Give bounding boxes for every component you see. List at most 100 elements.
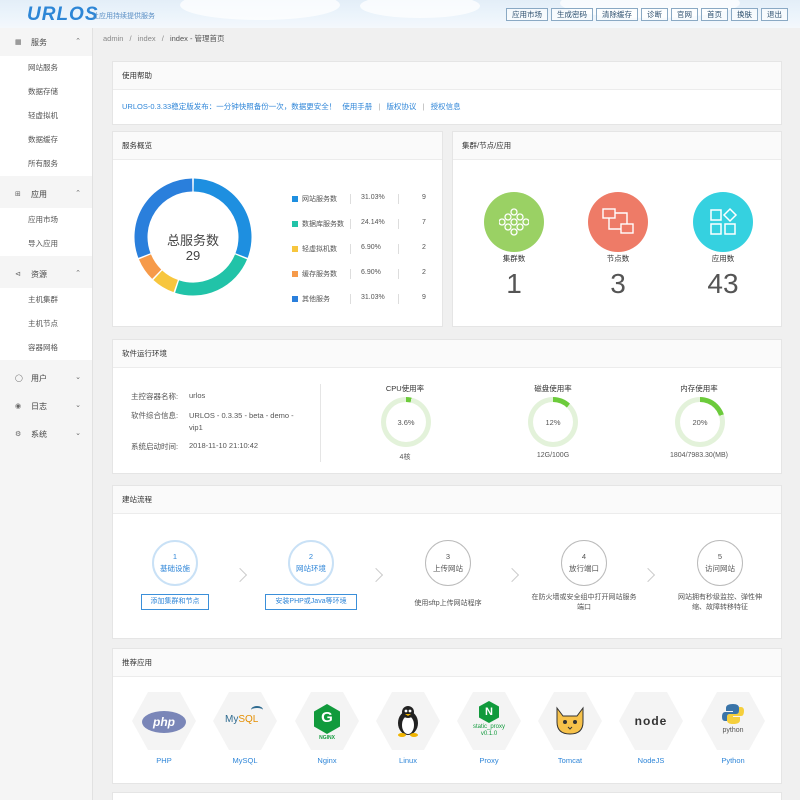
step-label: 访问网站	[705, 564, 735, 573]
install-env-button[interactable]: 安装PHP或Java等环境	[265, 594, 357, 610]
nav-app-market-button[interactable]: 应用市场	[506, 8, 548, 21]
disk-capacity: 12G/100G	[536, 452, 570, 459]
memory-usage-label: 内存使用率	[680, 384, 718, 393]
sidebar-group-label: 系统	[31, 429, 47, 439]
sidebar-group-resources[interactable]: ⊲ 资源 ⌃	[0, 260, 92, 288]
env-value: URLOS - 0.3.35 - beta - demo - vip1	[189, 411, 294, 432]
chevron-up-icon: ⌃	[75, 38, 81, 45]
app-linux[interactable]: Linux	[376, 692, 440, 765]
sidebar-item-container-mesh[interactable]: 容器网格	[0, 336, 92, 360]
sidebar-item-import-app[interactable]: 导入应用	[0, 232, 92, 256]
sidebar-item-host-node[interactable]: 主机节点	[0, 312, 92, 336]
panel-title: 建站流程	[113, 486, 781, 514]
step-number: 1	[172, 552, 178, 561]
manual-link[interactable]: 使用手册	[342, 102, 372, 111]
nav-official-site-button[interactable]: 官网	[671, 8, 698, 21]
announcement-link[interactable]: URLOS-0.3.33稳定版发布：一分钟快照备份一次，数据更安全！	[122, 102, 336, 111]
breadcrumb-admin[interactable]: admin	[103, 34, 123, 43]
sidebar-item-website-service[interactable]: 网站服务	[0, 56, 92, 80]
app-proxy[interactable]: N static_proxy v0.1.0 Proxy	[457, 692, 521, 765]
nav-clear-cache-button[interactable]: 清除缓存	[596, 8, 638, 21]
apps-grid-icon[interactable]	[693, 192, 753, 252]
license-link[interactable]: 授权信息	[431, 102, 461, 111]
step-label: 基础设施	[160, 564, 190, 573]
panel-title: 使用帮助	[113, 62, 781, 90]
gear-icon: ⚙	[15, 431, 22, 438]
sidebar-group-apps[interactable]: ⊞ 应用 ⌃	[0, 180, 92, 208]
nav-diagnose-button[interactable]: 诊断	[641, 8, 668, 21]
app-tomcat[interactable]: Tomcat	[538, 692, 602, 765]
app-nodejs[interactable]: node NodeJS	[619, 692, 683, 765]
app-name: NodeJS	[637, 756, 665, 765]
legend-percent: 6.90%	[361, 269, 381, 276]
app-name: Nginx	[317, 756, 337, 765]
legend-percent: 31.03%	[361, 194, 385, 201]
app-python[interactable]: python Python	[701, 692, 765, 765]
sidebar-group-service[interactable]: ▦ 服务 ⌃	[0, 28, 92, 56]
legend-percent: 24.14%	[361, 219, 385, 226]
add-cluster-node-button[interactable]: 添加集群和节点	[141, 594, 209, 610]
copyright-link[interactable]: 版权协议	[386, 102, 416, 111]
env-label: 软件综合信息:	[131, 411, 179, 420]
legend-percent: 6.90%	[361, 244, 381, 251]
sidebar-item-app-market[interactable]: 应用市场	[0, 208, 92, 232]
python-wordmark: python	[722, 727, 744, 734]
legend-row: 缓存服务数 6.90% 2	[292, 268, 432, 280]
python-logo-icon	[722, 704, 744, 724]
dolphin-icon	[251, 706, 263, 714]
nav-home-button[interactable]: 首页	[701, 8, 728, 21]
legend-swatch	[292, 296, 298, 302]
node-network-icon[interactable]	[588, 192, 648, 252]
grid-icon: ▦	[15, 39, 22, 46]
breadcrumb-index[interactable]: index	[138, 34, 156, 43]
sidebar-group-logs[interactable]: ◉ 日志 ⌄	[0, 392, 92, 420]
sidebar-item-data-cache[interactable]: 数据缓存	[0, 128, 92, 152]
nav-generate-password-button[interactable]: 生成密码	[551, 8, 593, 21]
logo[interactable]: URLOS	[27, 4, 99, 26]
apps-icon: ⊞	[15, 191, 21, 198]
legend-label: 缓存服务数	[302, 271, 337, 278]
breadcrumb-current: index - 管理首页	[169, 34, 225, 43]
recommended-apps-panel: 推荐应用 php PHP MySQL MySQL G NGINX Nginx L…	[112, 648, 782, 784]
donut-slice-3[interactable]	[153, 270, 179, 293]
chevron-right-icon	[368, 567, 384, 583]
sidebar-group-system[interactable]: ⚙ 系统 ⌄	[0, 420, 92, 448]
nav-logout-button[interactable]: 退出	[761, 8, 788, 21]
app-count-value: 43	[707, 268, 739, 299]
share-icon: ⊲	[15, 271, 21, 278]
sidebar-group-label: 资源	[31, 269, 47, 279]
cluster-count-label: 集群数	[502, 254, 526, 263]
flow-step-3: 3 上传网站	[425, 540, 471, 586]
chevron-down-icon: ⌄	[75, 430, 81, 437]
legend-label: 轻虚拟机数	[302, 246, 337, 253]
app-mysql[interactable]: MySQL MySQL	[213, 692, 277, 765]
chevron-down-icon: ⌄	[75, 402, 81, 409]
sidebar-item-host-cluster[interactable]: 主机集群	[0, 288, 92, 312]
hexagon-cluster-icon[interactable]	[484, 192, 544, 252]
chevron-up-icon: ⌃	[75, 190, 81, 197]
tomcat-logo-icon	[556, 706, 584, 735]
app-name: MySQL	[232, 756, 258, 765]
mysql-logo-icon: MySQL	[225, 714, 259, 725]
sidebar-item-data-storage[interactable]: 数据存储	[0, 80, 92, 104]
nav-skin-button[interactable]: 换肤	[731, 8, 758, 21]
env-label: 主控容器名称:	[131, 392, 179, 401]
app-php[interactable]: php PHP	[132, 692, 196, 765]
cluster-count-value: 1	[506, 268, 522, 299]
legend-row: 数据库服务数 24.14% 7	[292, 218, 432, 230]
chevron-right-icon	[504, 567, 520, 583]
top-nav: 应用市场 生成密码 清除缓存 诊断 官网 首页 换肤 退出	[506, 8, 788, 21]
legend-swatch	[292, 196, 298, 202]
disk-usage-label: 磁盘使用率	[534, 384, 572, 393]
sidebar-item-light-vm[interactable]: 轻虚拟机	[0, 104, 92, 128]
app-nginx[interactable]: G NGINX Nginx	[295, 692, 359, 765]
php-logo-icon: php	[142, 711, 186, 733]
env-value: 2018-11-10 21:10:42	[189, 441, 259, 450]
legend-label: 数据库服务数	[302, 221, 344, 228]
memory-capacity: 1804/7983.30(MB)	[670, 452, 728, 459]
user-icon: ◯	[15, 375, 23, 382]
sidebar-item-all-services[interactable]: 所有服务	[0, 152, 92, 176]
sidebar-group-users[interactable]: ◯ 用户 ⌄	[0, 364, 92, 392]
step-label: 网站环境	[296, 564, 326, 573]
divider	[320, 384, 321, 462]
